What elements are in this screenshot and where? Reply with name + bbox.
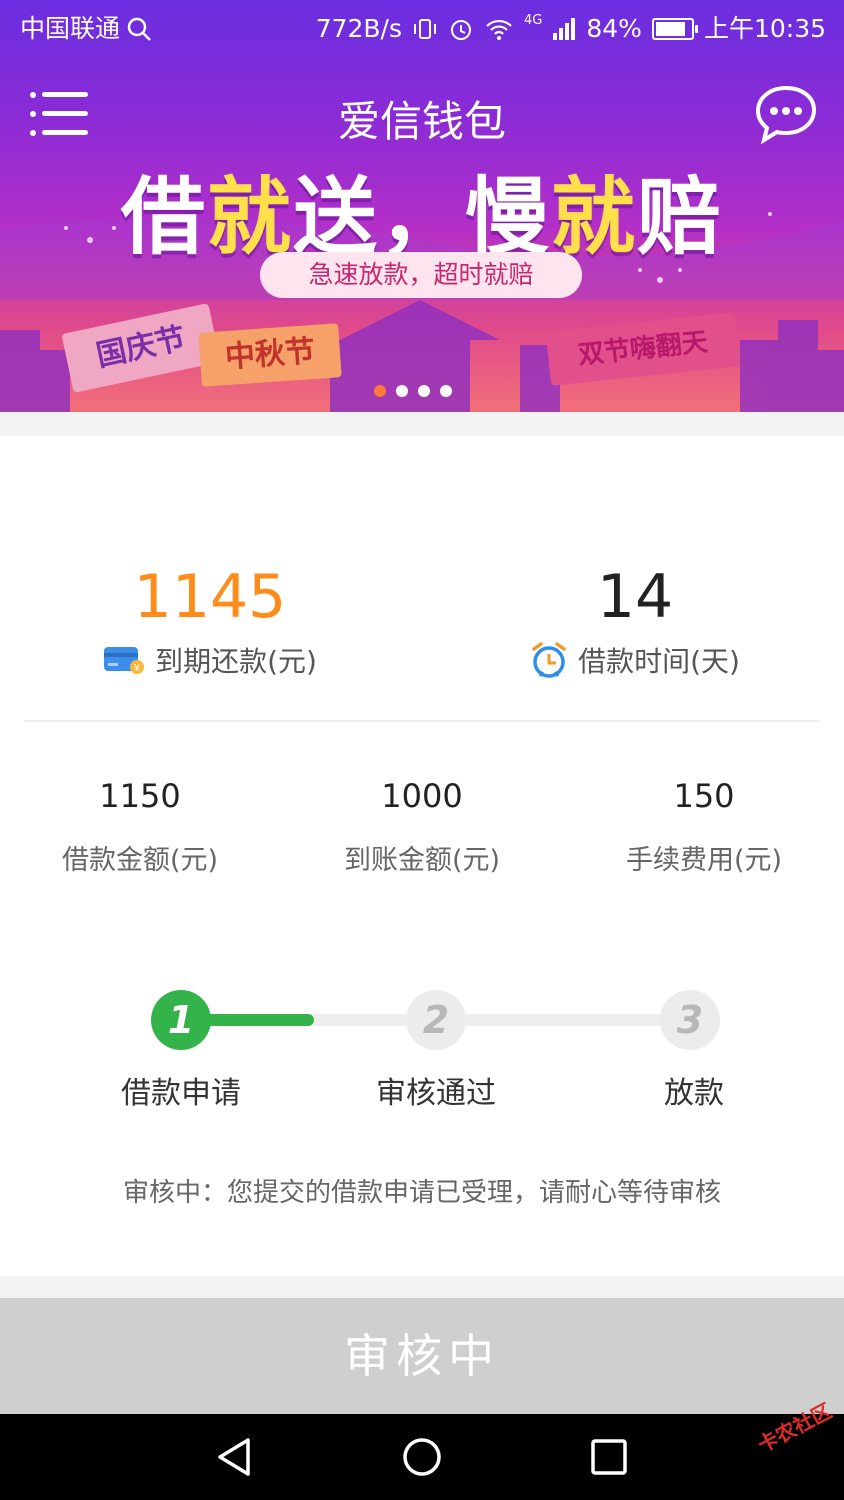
detail-received-amount: 1000 到账金额(元) [282, 776, 562, 877]
page-title: 爱信钱包 [337, 97, 506, 146]
home-icon[interactable] [397, 1434, 447, 1480]
divider [24, 720, 820, 722]
detail-label: 到账金额(元) [343, 845, 501, 876]
detail-value: 1000 [381, 777, 463, 815]
svg-text:¥: ¥ [133, 663, 140, 674]
carousel-indicator [374, 385, 452, 397]
banner-flag-mid-autumn: 中秋节 [198, 323, 342, 387]
days-label: 借款时间(天) [578, 645, 740, 678]
clock: 上午10:35 [703, 14, 826, 43]
system-nav-bar [0, 1414, 844, 1500]
chat-bubble-icon[interactable] [754, 84, 818, 144]
alarm-clock-icon [532, 642, 566, 678]
detail-value: 1150 [99, 777, 181, 815]
alarm-icon [448, 16, 474, 42]
carousel-dot[interactable] [440, 385, 452, 397]
status-bar: 中国联通 772B/s 4G 84% 上午10:35 [0, 0, 844, 58]
step-1-label: 借款申请 [121, 1076, 241, 1111]
battery-icon [651, 18, 698, 40]
vibrate-icon [412, 16, 438, 42]
network-type: 4G [524, 13, 543, 28]
headline-part: 赔 [637, 168, 724, 266]
loan-days: 14 [596, 562, 674, 632]
network-speed: 772B/s [315, 14, 403, 43]
recents-icon[interactable] [584, 1434, 634, 1480]
step-3-circle: 3 [660, 990, 720, 1050]
progress-steps: 1 2 3 借款申请 审核通过 放款 [0, 962, 844, 1111]
step-2-label: 审核通过 [376, 1076, 496, 1111]
headline-part: 就 [551, 168, 638, 266]
step-1-circle: 1 [151, 990, 211, 1050]
wifi-icon [484, 16, 514, 42]
detail-label: 手续费用(元) [625, 845, 783, 876]
days-summary: 14 借款时间(天) [500, 562, 770, 680]
detail-label: 借款金额(元) [61, 845, 219, 876]
app-header: 爱信钱包 [0, 70, 844, 160]
battery-percent: 84% [586, 14, 642, 43]
signal-icon [552, 17, 576, 41]
repay-summary: 1145 ¥ 到期还款(元) [80, 562, 340, 680]
back-icon[interactable] [210, 1434, 260, 1480]
review-status-button[interactable]: 审核中 [0, 1298, 844, 1414]
review-status-message: 审核中：您提交的借款申请已受理，请耐心等待审核 [122, 1178, 721, 1208]
detail-loan-amount: 1150 借款金额(元) [0, 776, 280, 877]
repay-label: 到期还款(元) [155, 645, 317, 678]
detail-fee-amount: 150 手续费用(元) [564, 776, 844, 877]
carrier-name: 中国联通 [20, 14, 121, 43]
loan-card: 1145 ¥ 到期还款(元) 14 借款时间(天) 1150 借款金额(元) 1… [0, 436, 844, 1276]
detail-value: 150 [673, 777, 735, 815]
banner-carousel[interactable]: 中国联通 772B/s 4G 84% 上午10:35 爱信钱包 借就送，慢就赔 … [0, 0, 844, 412]
banner-subtitle: 急速放款，超时就赔 [260, 252, 582, 298]
carousel-dot[interactable] [418, 385, 430, 397]
headline-part: 借 [120, 168, 207, 266]
step-3-label: 放款 [664, 1076, 724, 1111]
repay-amount: 1145 [133, 562, 287, 632]
step-2-circle: 2 [406, 990, 466, 1050]
credit-card-icon: ¥ [104, 647, 145, 674]
search-icon [127, 17, 151, 41]
carousel-dot[interactable] [396, 385, 408, 397]
carousel-dot[interactable] [374, 385, 386, 397]
